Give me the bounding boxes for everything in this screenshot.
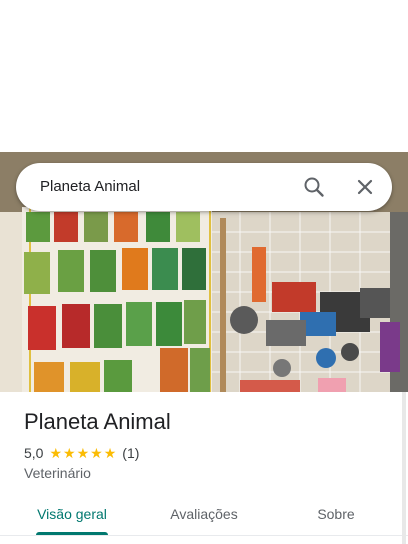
star-icon: ★: [76, 445, 90, 461]
star-icon: ★: [49, 445, 63, 461]
tabs-divider: [0, 535, 408, 536]
search-bar[interactable]: Planeta Animal: [16, 163, 392, 211]
tab-bar: Visão geral Avaliações Sobre: [0, 494, 408, 538]
place-title: Planeta Animal: [24, 409, 171, 434]
rating-row[interactable]: 5,0 ★ ★ ★ ★ ★ (1): [24, 444, 139, 462]
star-icon: ★: [63, 445, 76, 461]
star-icon: ★: [103, 445, 117, 461]
star-icon: ★: [90, 445, 103, 461]
scrollbar[interactable]: [402, 392, 406, 544]
review-count[interactable]: (1): [122, 445, 139, 461]
close-icon[interactable]: [353, 175, 377, 199]
tab-reviews[interactable]: Avaliações: [150, 494, 258, 534]
tab-about[interactable]: Sobre: [282, 494, 390, 534]
search-icon[interactable]: [302, 175, 326, 199]
tab-overview[interactable]: Visão geral: [18, 494, 126, 534]
rating-stars: ★ ★ ★ ★ ★: [49, 444, 116, 462]
search-input[interactable]: Planeta Animal: [40, 163, 140, 211]
place-category: Veterinário: [24, 465, 91, 481]
rating-value: 5,0: [24, 445, 44, 461]
